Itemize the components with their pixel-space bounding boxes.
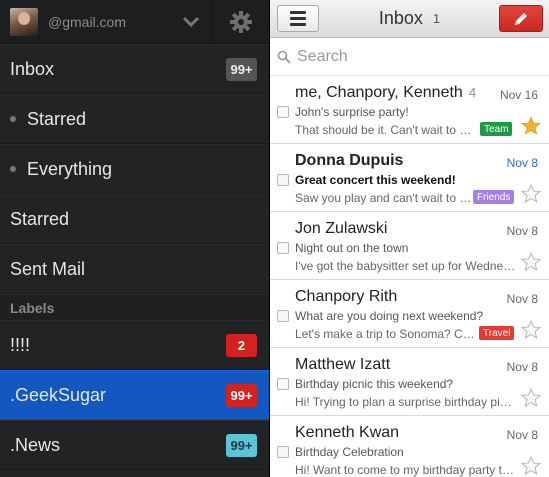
- select-checkbox[interactable]: [277, 174, 289, 186]
- star-outline-icon[interactable]: [521, 456, 541, 476]
- select-checkbox[interactable]: [277, 378, 289, 390]
- search-icon: [277, 50, 291, 64]
- snippet: Let's make a trip to Sonoma? Call ...: [295, 327, 477, 341]
- pencil-icon: [515, 12, 527, 25]
- nav-item-everything[interactable]: Everything: [0, 144, 269, 194]
- hamburger-icon-bar: [290, 23, 306, 26]
- nav-item-label: Inbox: [10, 58, 55, 79]
- list-item[interactable]: Kenneth Kwan Nov 8 Birthday Celebration …: [270, 416, 549, 477]
- label-name: .GeekSugar: [10, 384, 107, 405]
- thread-count: 4: [468, 85, 477, 100]
- snippet: Saw you play and can't wait to see...: [295, 191, 475, 205]
- date: Nov 8: [506, 292, 538, 306]
- hamburger-icon: [290, 11, 306, 14]
- labels-heading: Labels: [0, 294, 269, 320]
- star-outline-icon[interactable]: [521, 252, 541, 272]
- select-checkbox[interactable]: [277, 106, 289, 118]
- sender-line: me, Chanpory, Kenneth 4: [295, 84, 476, 102]
- sender: Jon Zulawski: [295, 220, 388, 237]
- label-tag: Friends: [473, 190, 515, 204]
- select-checkbox[interactable]: [277, 242, 289, 254]
- top-bar: Inbox 1: [270, 0, 549, 38]
- menu-button[interactable]: [277, 5, 319, 32]
- nav-item-sent-mail[interactable]: Sent Mail: [0, 244, 269, 294]
- select-checkbox[interactable]: [277, 310, 289, 322]
- nav-item-starred-sub[interactable]: Starred: [0, 94, 269, 144]
- search-input[interactable]: [297, 47, 517, 66]
- star-outline-icon[interactable]: [521, 184, 541, 204]
- snippet: Hi! Want to come to my birthday party th…: [295, 463, 517, 477]
- sender: Kenneth Kwan: [295, 424, 400, 441]
- gear-icon: [229, 10, 252, 33]
- sender: Chanpory Rith: [295, 288, 398, 305]
- page-title: Inbox: [378, 8, 423, 28]
- star-icon[interactable]: [521, 116, 541, 136]
- account-header: @gmail.com: [0, 0, 269, 44]
- date: Nov 8: [506, 156, 538, 170]
- nav-item-label: Sent Mail: [10, 258, 86, 279]
- subject: Birthday picnic this weekend?: [295, 377, 454, 391]
- unread-count-badge: 2: [226, 333, 257, 357]
- unread-count-badge: 99+: [226, 57, 257, 81]
- hamburger-icon-bar: [290, 17, 306, 20]
- label-name: .News: [10, 434, 61, 455]
- compose-button[interactable]: [499, 5, 543, 32]
- label-name: !!!!: [10, 334, 31, 355]
- label-item-geeksugar[interactable]: .GeekSugar 99+: [0, 370, 269, 420]
- account-email[interactable]: @gmail.com: [48, 14, 171, 30]
- snippet: I've got the babysitter set up for Wedne…: [295, 259, 517, 273]
- account-switcher-chevron-icon[interactable]: [171, 0, 211, 44]
- subject: Great concert this weekend!: [295, 173, 456, 187]
- nav-item-label: Starred: [10, 208, 70, 229]
- date: Nov 8: [506, 224, 538, 238]
- nav-item-label: Everything: [27, 158, 113, 179]
- sender: Donna Dupuis: [295, 152, 404, 169]
- inbox-pane: Inbox 1 me, Chanpory, Kenneth 4 Nov 16 Jo…: [269, 0, 549, 477]
- unread-count-badge: 99+: [226, 383, 257, 407]
- unread-count: 1: [432, 11, 441, 26]
- date: Nov 8: [506, 360, 538, 374]
- bullet-icon: [10, 116, 16, 122]
- date: Nov 16: [499, 88, 538, 102]
- subject: What are you doing next weekend?: [295, 309, 484, 323]
- snippet: That should be it. Can't wait to see...: [295, 123, 475, 137]
- nav-drawer: @gmail.com Inbox 99+ Starred Everything …: [0, 0, 269, 477]
- list-item[interactable]: Matthew Izatt Nov 8 Birthday picnic this…: [270, 348, 549, 416]
- unread-count-badge: 99+: [226, 433, 257, 457]
- search-bar: [270, 38, 549, 76]
- select-checkbox[interactable]: [277, 446, 289, 458]
- list-item[interactable]: Chanpory Rith Nov 8 What are you doing n…: [270, 280, 549, 348]
- label-item-exclamations[interactable]: !!!! 2: [0, 320, 269, 370]
- star-outline-icon[interactable]: [521, 388, 541, 408]
- label-tag: Travel: [479, 326, 515, 340]
- nav-item-starred[interactable]: Starred: [0, 194, 269, 244]
- bullet-icon: [10, 166, 16, 172]
- date: Nov 8: [506, 428, 538, 442]
- subject: Birthday Celebration: [295, 445, 404, 459]
- star-outline-icon[interactable]: [521, 320, 541, 340]
- list-item[interactable]: Jon Zulawski Nov 8 Night out on the town…: [270, 212, 549, 280]
- subject: Night out on the town: [295, 241, 409, 255]
- label-tag: Team: [480, 122, 513, 136]
- snippet: Hi! Trying to plan a surprise birthday p…: [295, 395, 517, 409]
- avatar[interactable]: [10, 7, 38, 36]
- list-item[interactable]: Donna Dupuis Nov 8 Great concert this we…: [270, 144, 549, 212]
- sender: me, Chanpory, Kenneth: [295, 84, 463, 101]
- label-item-news[interactable]: .News 99+: [0, 420, 269, 470]
- settings-button[interactable]: [211, 0, 269, 44]
- nav-item-label: Starred: [27, 108, 87, 129]
- nav-item-inbox[interactable]: Inbox 99+: [0, 44, 269, 94]
- list-item[interactable]: me, Chanpory, Kenneth 4 Nov 16 John's sur…: [270, 76, 549, 144]
- subject: John's surprise party!: [295, 105, 409, 119]
- sender: Matthew Izatt: [295, 356, 391, 373]
